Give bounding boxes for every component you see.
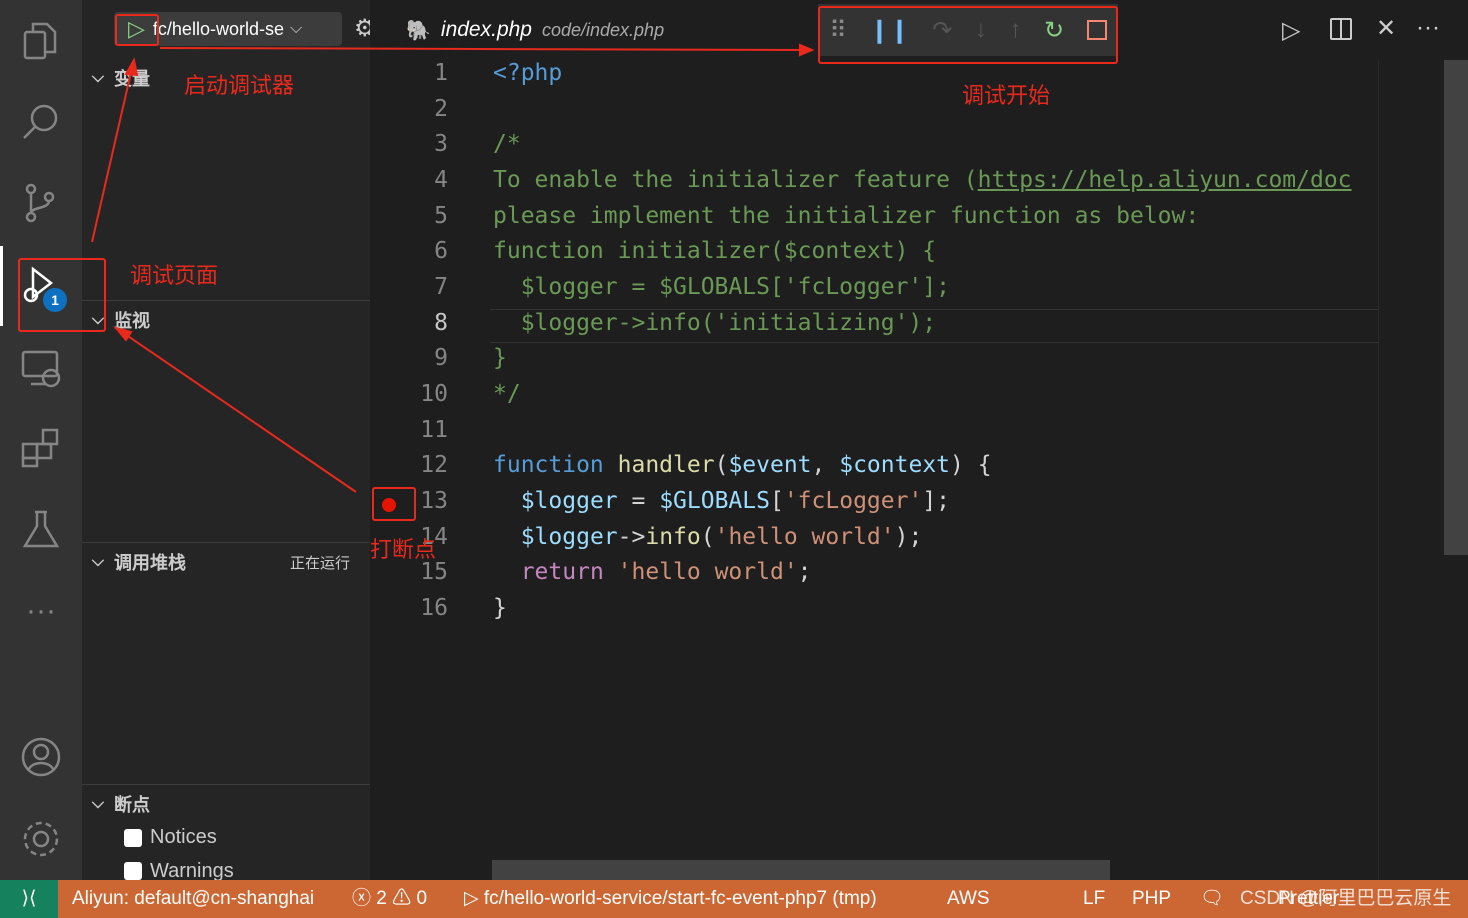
feedback-icon[interactable]: 🗨 xyxy=(1200,880,1224,918)
warning-count: 0 xyxy=(416,888,428,909)
status-aws[interactable]: AWS xyxy=(947,880,990,918)
watermark: CSDN @阿里巴巴云原生 xyxy=(1240,888,1452,909)
remote-icon: ⟩⟨ xyxy=(21,888,37,909)
status-debug-session[interactable]: ▷ fc/hello-world-service/start-fc-event-… xyxy=(464,880,877,918)
error-icon: ⓧ xyxy=(352,888,372,909)
status-aliyun[interactable]: Aliyun: default@cn-shanghai xyxy=(72,880,314,918)
status-language[interactable]: PHP xyxy=(1132,880,1171,918)
annotation-start-debugger: 启动调试器 xyxy=(184,73,295,98)
annotation-arrows xyxy=(91,43,815,493)
status-bar: ⟩⟨ Aliyun: default@cn-shanghai ⓧ 2 ⚠ 0 ▷… xyxy=(0,880,1468,918)
debug-icon: ▷ xyxy=(464,888,479,909)
status-eol[interactable]: LF xyxy=(1083,880,1105,918)
debug-session-label: fc/hello-world-service/start-fc-event-ph… xyxy=(483,888,877,909)
status-problems[interactable]: ⓧ 2 ⚠ 0 xyxy=(352,880,427,918)
remote-indicator[interactable]: ⟩⟨ xyxy=(0,880,58,918)
annotation-set-breakpoint: 打断点 xyxy=(370,537,437,562)
error-count: 2 xyxy=(376,888,387,909)
annotation-debug-started: 调试开始 xyxy=(962,83,1051,108)
annotation-debug-page: 调试页面 xyxy=(130,263,219,288)
warning-icon: ⚠ xyxy=(392,888,412,909)
